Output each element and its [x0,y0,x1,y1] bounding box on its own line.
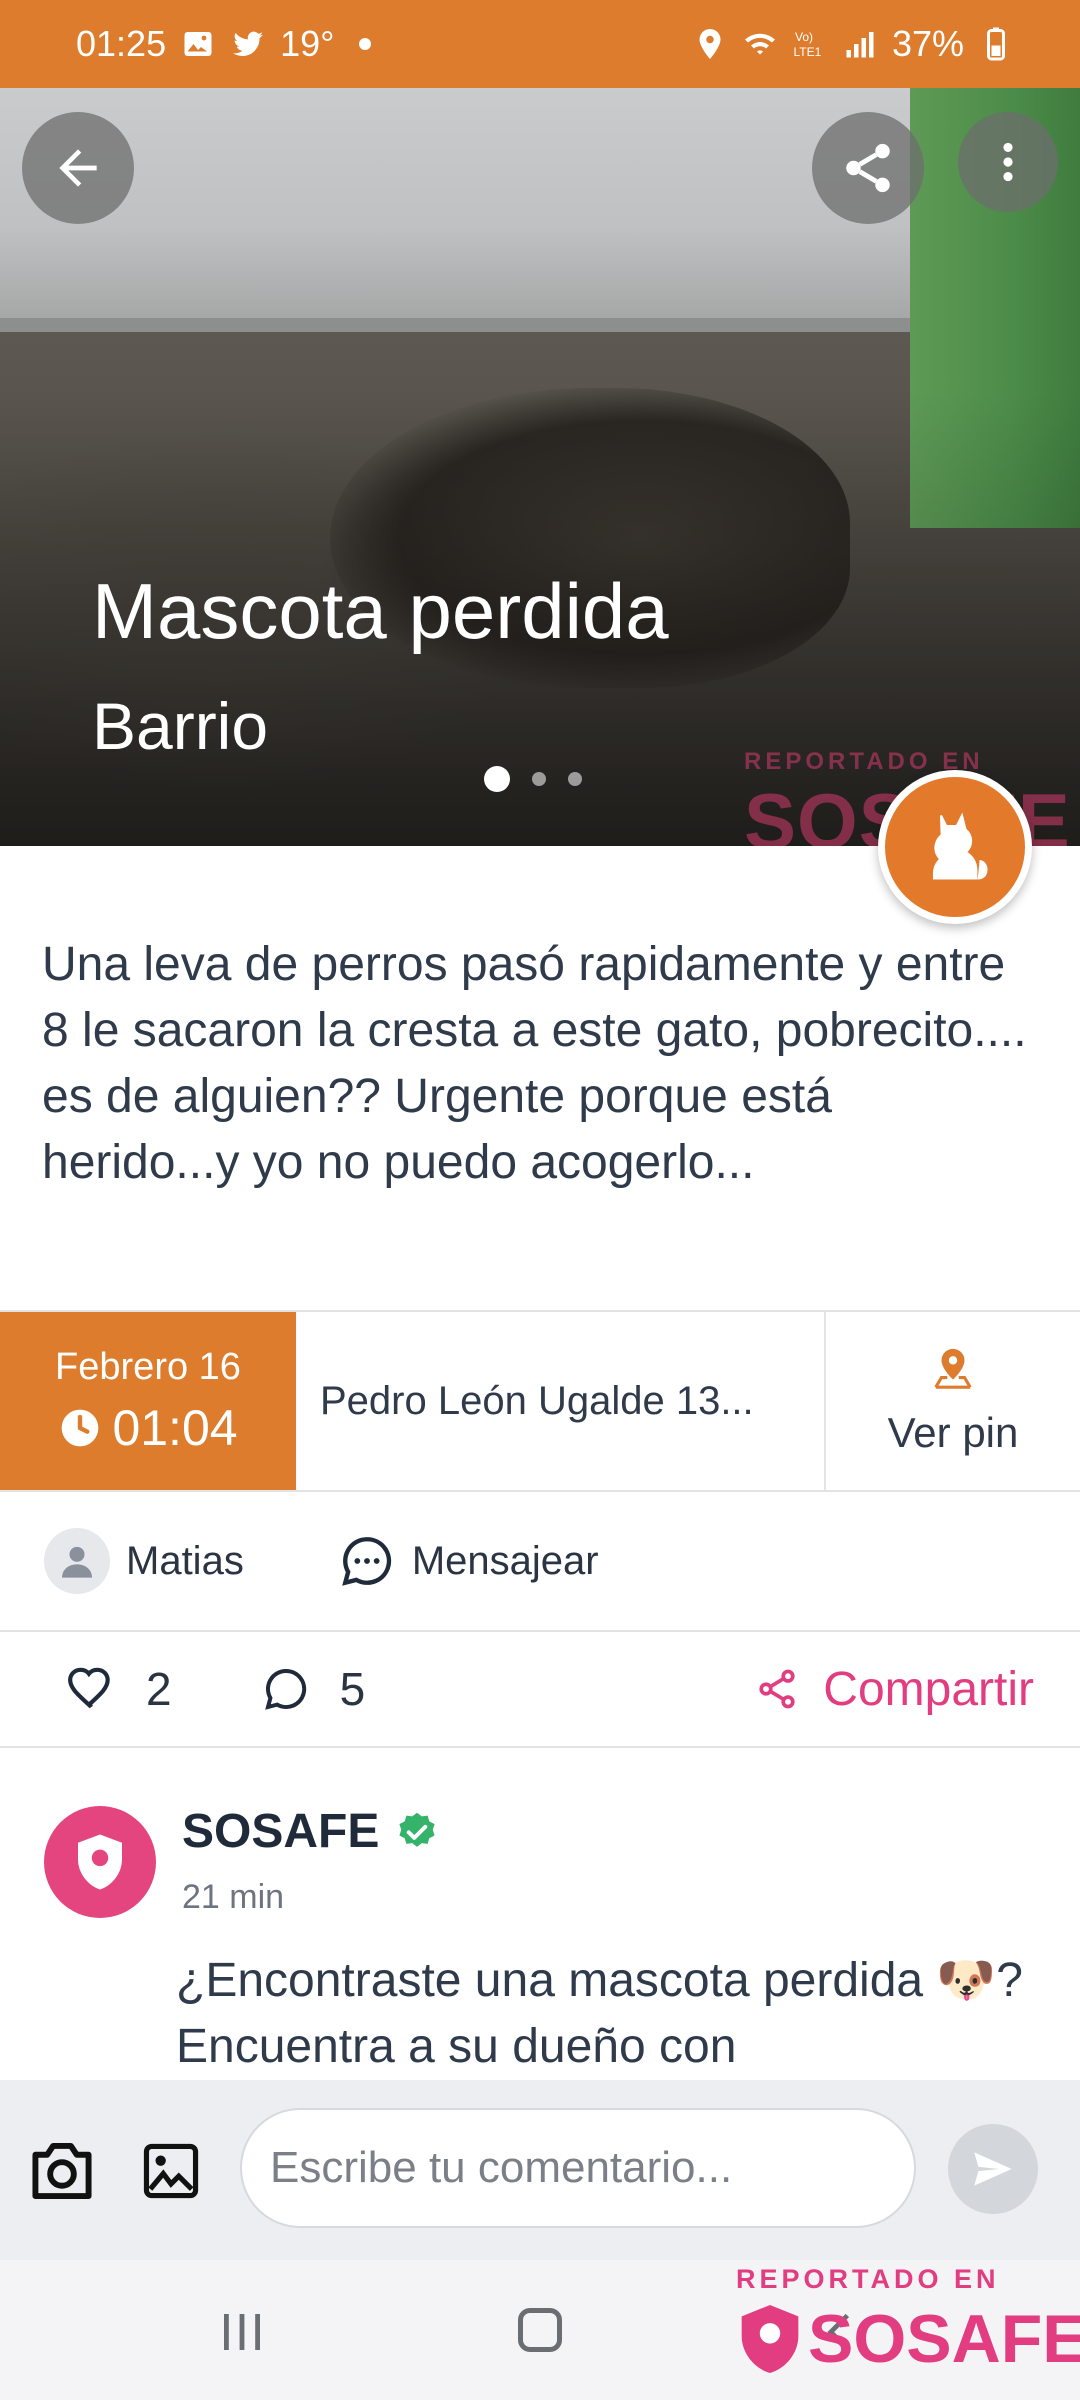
camera-button[interactable] [26,2140,98,2207]
comment-author[interactable]: SOSAFE [182,1804,379,1859]
view-pin-label: Ver pin [887,1409,1019,1456]
address-field[interactable]: Pedro León Ugalde 13... [296,1312,826,1490]
hero-photo[interactable]: Mascota perdida Barrio REPORTADO EN SOSA… [0,88,1080,846]
gallery-button[interactable] [140,2140,202,2207]
heart-icon [68,1667,110,1709]
wifi-icon [744,33,775,55]
view-pin-button[interactable]: Ver pin [826,1312,1080,1490]
likes-count: 2 [146,1663,172,1715]
svg-text:LTE1: LTE1 [793,45,821,59]
chat-bubble-icon [341,1537,391,1586]
report-address: Pedro León Ugalde 13... [320,1378,754,1423]
verified-badge-icon [399,1812,435,1847]
back-button[interactable] [22,112,134,224]
watermark-brand: SOSAFE [736,2300,1080,2378]
carousel-dot-1[interactable] [484,766,510,792]
comment-time: 21 min [182,1878,285,1916]
image-icon [143,2143,199,2199]
sosafe-logo-icon [741,2305,799,2373]
clock-icon [62,1409,99,1446]
person-icon [62,1546,92,1578]
report-date: Febrero 16 [55,1345,241,1388]
battery-icon [987,27,1005,61]
recents-icon[interactable] [220,2312,264,2352]
status-bar: 01:25 19° Vo) LTE1 37% [0,0,1080,88]
send-icon [974,2152,1012,2186]
comment-icon [264,1668,306,1710]
message-button[interactable]: Mensajear [338,1532,599,1590]
pet-category-badge [878,770,1032,924]
comments-button[interactable]: 5 [262,1662,366,1716]
avatar[interactable] [44,1528,110,1594]
message-label: Mensajear [411,1538,599,1583]
status-temperature: 19° [280,23,335,64]
gallery-icon [184,32,212,56]
comment-input[interactable] [240,2108,916,2228]
like-button[interactable]: 2 [66,1662,172,1716]
carousel-indicator[interactable] [484,766,582,792]
cat-icon [932,812,988,880]
notification-dot [358,38,371,50]
report-time: 01:04 [112,1399,238,1456]
home-button[interactable] [518,2308,562,2352]
more-vertical-icon [1003,142,1013,182]
report-description: Una leva de perros pasó rapidamente y en… [42,938,1027,1189]
comment-text: ¿Encontraste una mascota perdida 🐶? Encu… [176,1954,1023,2073]
watermark-small: REPORTADO EN [736,2264,1000,2294]
send-button[interactable] [948,2124,1038,2214]
comment-item: SOSAFE 21 min ¿Encontraste una mascota p… [0,1748,1080,2080]
carousel-dot-3[interactable] [568,772,582,786]
reaction-bar: 2 5 Compartir [0,1632,1080,1748]
report-subtitle: Barrio [92,689,269,763]
location-icon [699,29,721,59]
arrow-left-icon [59,149,97,187]
watermark-brand-text: SOSAFE [808,2301,1080,2377]
sosafe-shield-icon [78,1834,122,1890]
twitter-icon [233,31,264,56]
share-icon [846,143,890,193]
map-pin-icon [934,1348,972,1389]
share-link-button[interactable]: Compartir [755,1632,1034,1746]
camera-icon [32,2142,92,2200]
report-title: Mascota perdida [92,567,669,655]
comment-composer [0,2080,1080,2260]
reporter-row: Matias Mensajear [0,1492,1080,1632]
status-time: 01:25 [76,23,167,64]
carousel-dot-2[interactable] [532,772,546,786]
share-nodes-icon [759,1669,795,1709]
reporter-name[interactable]: Matias [126,1539,244,1584]
battery-level: 37% [891,23,964,64]
share-label: Compartir [823,1662,1034,1716]
comments-count: 5 [339,1663,366,1715]
report-info-row: Febrero 16 01:04 Pedro León Ugalde 13...… [0,1310,1080,1492]
signal-icon [846,32,874,58]
sosafe-avatar[interactable] [44,1806,156,1918]
svg-text:Vo): Vo) [795,30,813,44]
share-button[interactable] [812,112,924,224]
volte-icon: Vo)LTE1 [793,30,821,59]
more-options-button[interactable] [958,112,1058,212]
report-date-box: Febrero 16 01:04 [0,1312,296,1490]
